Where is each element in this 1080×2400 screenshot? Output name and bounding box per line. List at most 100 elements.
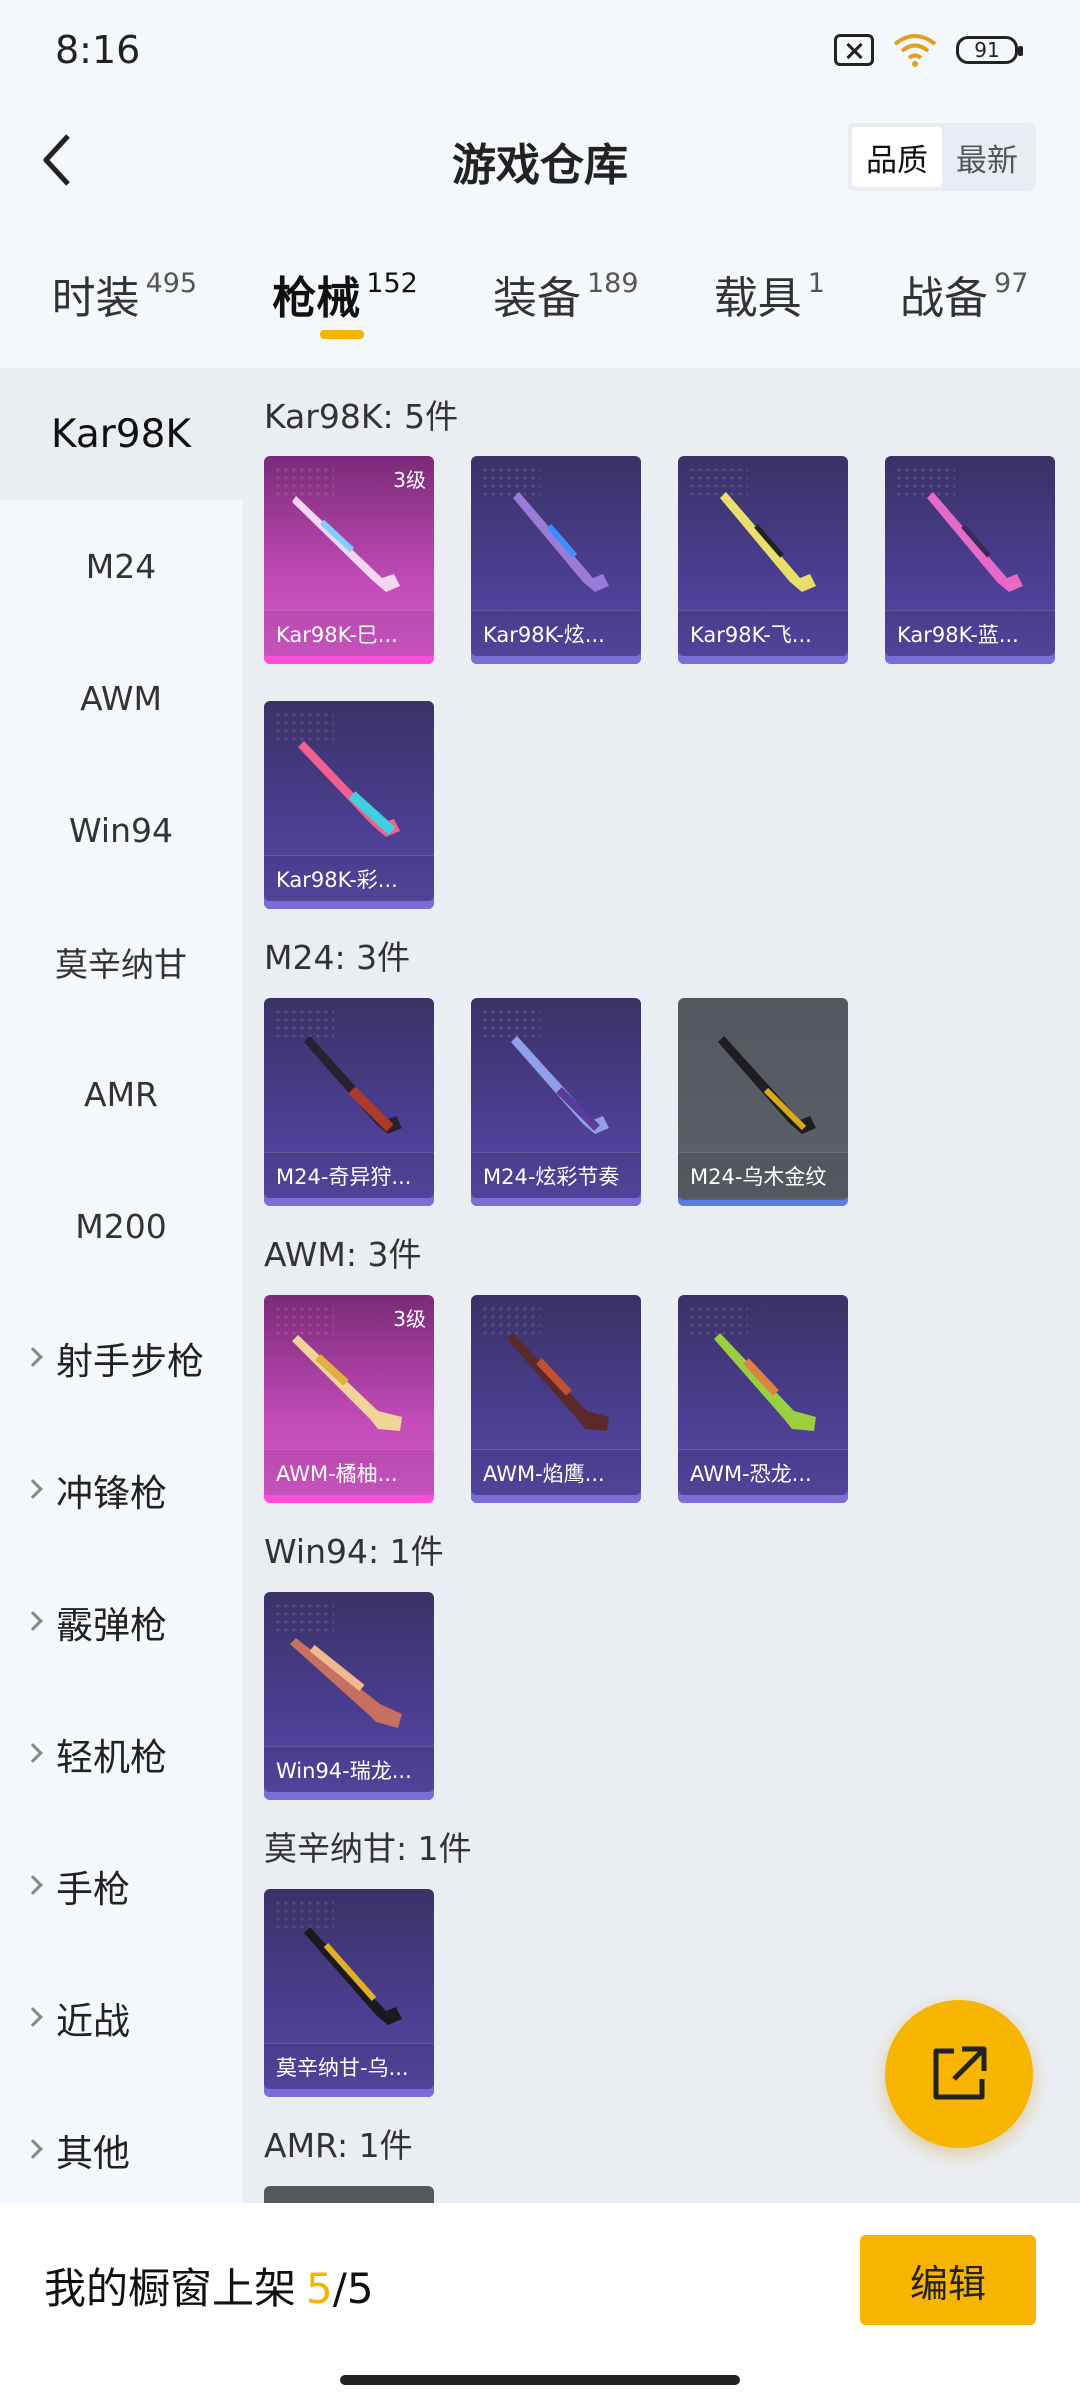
item-name: Kar98K-巳... [264, 610, 434, 656]
item-name: Win94-瑞龙... [264, 1746, 434, 1792]
tab-vehicles[interactable]: 载具 1 [714, 250, 825, 350]
sidebar-group-dmr[interactable]: 射手步枪 [0, 1292, 242, 1424]
item-name: AWM-橘柚... [264, 1449, 434, 1495]
showcase-total-count: 5 [346, 2264, 374, 2313]
showcase-used-count: 5 [306, 2264, 333, 2313]
active-tab-indicator [320, 330, 365, 339]
rifle-icon [507, 1333, 609, 1431]
sidebar-group-pistol[interactable]: 手枪 [0, 1820, 242, 1952]
sidebar-item-win94[interactable]: Win94 [0, 764, 242, 896]
edit-button[interactable]: 编辑 [860, 2235, 1036, 2325]
item-name: Kar98K-飞... [678, 610, 848, 656]
tab-label: 时装 [51, 273, 140, 324]
sidebar-item-m24[interactable]: M24 [0, 500, 242, 632]
chevron-right-icon [23, 2139, 43, 2159]
rifle-icon [292, 1335, 402, 1431]
category-title: AMR: 1件 [264, 2126, 413, 2165]
item-card[interactable]: Kar98K-彩... [264, 701, 434, 909]
sidebar-group-label: 霰弹枪 [56, 1604, 167, 1647]
showcase-separator: / [332, 2264, 347, 2313]
sort-toggle: 品质 最新 [848, 123, 1036, 191]
category-title: Win94: 1件 [264, 1532, 444, 1571]
sidebar-group-smg[interactable]: 冲锋枪 [0, 1424, 242, 1556]
sidebar-item-mosin[interactable]: 莫辛纳甘 [0, 896, 242, 1028]
sidebar-item-kar98k[interactable]: Kar98K [0, 368, 242, 500]
sidebar-group-label: 手枪 [56, 1868, 130, 1911]
item-level: 3级 [393, 468, 426, 492]
tab-label: 战备 [900, 273, 989, 324]
rifle-icon [718, 1036, 816, 1134]
chevron-right-icon [23, 2007, 43, 2027]
item-grid: Kar98K: 5件 3级 Kar98K-巳... Kar98K-炫... Ka… [242, 368, 1080, 2203]
item-card[interactable]: Win94-瑞龙... [264, 1592, 434, 1800]
item-card[interactable]: M24-乌木金纹 [678, 998, 848, 1206]
back-button[interactable] [28, 125, 88, 195]
rifle-icon [292, 496, 400, 592]
item-card[interactable] [264, 2186, 434, 2203]
sidebar-item-amr[interactable]: AMR [0, 1028, 242, 1160]
tab-equipment[interactable]: 装备 189 [493, 250, 639, 350]
rifle-icon [304, 1036, 402, 1134]
tab-label: 枪械 [272, 273, 361, 324]
sidebar-group-other[interactable]: 其他 [0, 2084, 242, 2216]
share-icon [933, 2046, 987, 2100]
sort-by-quality[interactable]: 品质 [852, 127, 942, 187]
item-card[interactable]: 莫辛纳甘-乌... [264, 1889, 434, 2097]
item-name: 莫辛纳甘-乌... [264, 2043, 434, 2089]
rifle-icon [298, 741, 400, 837]
back-arrow-icon [43, 134, 70, 186]
sidebar-group-label: 冲锋枪 [56, 1472, 167, 1515]
category-title: Kar98K: 5件 [264, 397, 459, 436]
item-card[interactable]: Kar98K-飞... [678, 456, 848, 664]
sort-by-newest[interactable]: 最新 [942, 127, 1032, 187]
wifi-icon [892, 32, 938, 68]
category-title: AWM: 3件 [264, 1235, 422, 1274]
weapon-sidebar: Kar98K M24 AWM Win94 莫辛纳甘 AMR M200 射手步枪 … [0, 368, 242, 2203]
item-card[interactable]: AWM-恐龙... [678, 1295, 848, 1503]
home-indicator[interactable] [340, 2375, 740, 2385]
tab-firearms[interactable]: 枪械 152 [272, 250, 418, 350]
showcase-status: 我的橱窗上架 5 / 5 [44, 2255, 374, 2316]
item-card[interactable]: 3级 Kar98K-巳... [264, 456, 434, 664]
item-name: M24-炫彩节奏 [471, 1152, 641, 1198]
rifle-icon [927, 492, 1023, 592]
tab-count: 189 [586, 268, 639, 299]
rifle-icon [304, 1927, 402, 2025]
rifle-icon [511, 1036, 609, 1134]
tab-supplies[interactable]: 战备 97 [900, 250, 1028, 350]
item-card[interactable]: Kar98K-蓝... [885, 456, 1055, 664]
sidebar-group-shotgun[interactable]: 霰弹枪 [0, 1556, 242, 1688]
item-name: Kar98K-蓝... [885, 610, 1055, 656]
chevron-right-icon [23, 1479, 43, 1499]
sidebar-item-m200[interactable]: M200 [0, 1160, 242, 1292]
sidebar-group-label: 射手步枪 [56, 1340, 204, 1383]
item-card[interactable]: Kar98K-炫... [471, 456, 641, 664]
item-card[interactable]: 3级 AWM-橘柚... [264, 1295, 434, 1503]
share-button[interactable] [885, 2000, 1033, 2148]
tab-label: 载具 [713, 273, 802, 324]
rifle-icon [714, 1333, 816, 1431]
item-name: AWM-恐龙... [678, 1449, 848, 1495]
rifle-icon [513, 492, 609, 592]
item-card[interactable]: M24-炫彩节奏 [471, 998, 641, 1206]
item-card[interactable]: AWM-焰鹰... [471, 1295, 641, 1503]
status-icons: 91 [834, 32, 1023, 68]
rifle-icon [290, 1638, 402, 1728]
category-title: M24: 3件 [264, 938, 411, 977]
sidebar-item-awm[interactable]: AWM [0, 632, 242, 764]
rifle-icon [720, 492, 816, 592]
tab-fashion[interactable]: 时装 495 [52, 250, 198, 350]
sidebar-group-label: 其他 [56, 2132, 130, 2175]
status-bar: 8:16 91 [0, 0, 1080, 105]
tab-count: 97 [994, 268, 1029, 299]
item-name: AWM-焰鹰... [471, 1449, 641, 1495]
item-level: 3级 [393, 1307, 426, 1331]
sidebar-group-label: 轻机枪 [56, 1736, 167, 1779]
sidebar-group-lmg[interactable]: 轻机枪 [0, 1688, 242, 1820]
sidebar-group-melee[interactable]: 近战 [0, 1952, 242, 2084]
chevron-right-icon [23, 1875, 43, 1895]
category-title: 莫辛纳甘: 1件 [264, 1829, 472, 1868]
item-card[interactable]: M24-奇异狩... [264, 998, 434, 1206]
sidebar-group-label: 近战 [56, 2000, 130, 2043]
header: 游戏仓库 品质 最新 [0, 105, 1080, 210]
